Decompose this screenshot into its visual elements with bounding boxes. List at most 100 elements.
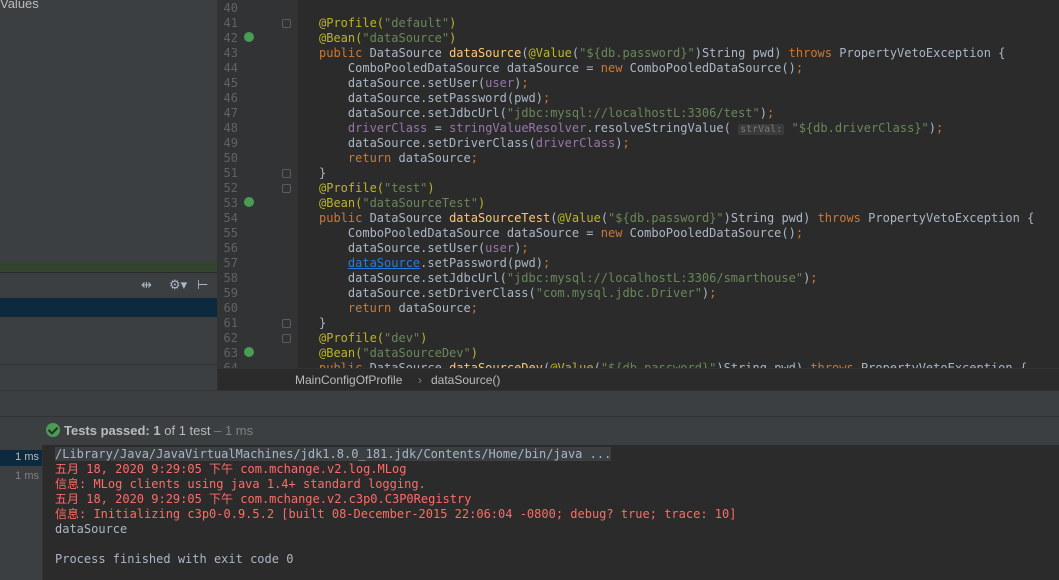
code-line[interactable]: 57 dataSource.setPassword(pwd); xyxy=(218,256,1059,271)
code-line[interactable]: 62 @Profile("dev") xyxy=(218,331,1059,346)
code-text[interactable]: public DataSource dataSourceDev(@Value("… xyxy=(319,361,1027,368)
code-line[interactable]: 54 public DataSource dataSourceTest(@Valu… xyxy=(218,211,1059,226)
code-line[interactable]: 48 driverClass = stringValueResolver.res… xyxy=(218,121,1059,136)
code-text[interactable]: } xyxy=(319,316,326,331)
code-text[interactable]: @Profile("default") xyxy=(319,16,456,31)
code-text[interactable]: ComboPooledDataSource dataSource = new C… xyxy=(319,226,803,241)
code-line[interactable]: 61} xyxy=(218,316,1059,331)
test-timing: 1 ms xyxy=(15,451,39,463)
code-text[interactable]: @Bean("dataSource") xyxy=(319,31,456,46)
code-text[interactable]: @Bean("dataSourceTest") xyxy=(319,196,485,211)
bean-icon[interactable] xyxy=(244,347,254,357)
tests-status-label: Tests passed: xyxy=(64,423,150,438)
code-text[interactable]: dataSource.setDriverClass("com.mysql.jdb… xyxy=(319,286,717,301)
code-line[interactable]: 50 return dataSource; xyxy=(218,151,1059,166)
line-number: 43 xyxy=(223,46,238,60)
console-log-line: 信息: Initializing c3p0-0.9.5.2 [built 08-… xyxy=(55,507,737,521)
fold-marker-icon[interactable] xyxy=(282,334,291,343)
line-number: 55 xyxy=(223,226,238,240)
line-number: 64 xyxy=(223,361,238,368)
selected-tree-row[interactable] xyxy=(0,298,217,317)
code-text[interactable]: dataSource.setJdbcUrl("jdbc:mysql://loca… xyxy=(319,271,818,286)
line-number: 52 xyxy=(223,181,238,195)
code-text[interactable]: @Profile("dev") xyxy=(319,331,427,346)
console-log-line: 五月 18, 2020 9:29:05 下午 com.mchange.v2.c3… xyxy=(55,492,472,506)
code-line[interactable]: 45 dataSource.setUser(user); xyxy=(218,76,1059,91)
fold-marker-icon[interactable] xyxy=(282,184,291,193)
code-text[interactable]: driverClass = stringValueResolver.resolv… xyxy=(319,121,943,137)
code-line[interactable]: 44 ComboPooledDataSource dataSource = ne… xyxy=(218,61,1059,76)
line-number: 45 xyxy=(223,76,238,90)
line-number: 58 xyxy=(223,271,238,285)
breadcrumb-method[interactable]: dataSource() xyxy=(431,373,500,387)
console-output-line: dataSource xyxy=(55,522,128,536)
code-line[interactable]: 60 return dataSource; xyxy=(218,301,1059,316)
code-text[interactable]: public DataSource dataSource(@Value("${d… xyxy=(319,46,1005,61)
code-line[interactable]: 42 @Bean("dataSource") xyxy=(218,31,1059,46)
code-line[interactable]: 56 dataSource.setUser(user); xyxy=(218,241,1059,256)
bean-icon[interactable] xyxy=(244,197,254,207)
code-line[interactable]: 43 public DataSource dataSource(@Value("$… xyxy=(218,46,1059,61)
command-text[interactable]: /Library/Java/JavaVirtualMachines/jdk1.8… xyxy=(55,447,612,461)
code-text[interactable]: public DataSource dataSourceTest(@Value(… xyxy=(319,211,1034,226)
line-number: 41 xyxy=(223,16,238,30)
highlighted-row[interactable] xyxy=(0,262,217,271)
code-line[interactable]: 40 xyxy=(218,1,1059,16)
code-line[interactable]: 58 dataSource.setJdbcUrl("jdbc:mysql://l… xyxy=(218,271,1059,286)
code-text[interactable]: dataSource.setUser(user); xyxy=(319,76,529,91)
code-line[interactable]: 59 dataSource.setDriverClass("com.mysql.… xyxy=(218,286,1059,301)
code-text[interactable]: dataSource.setDriverClass(driverClass); xyxy=(319,136,630,151)
fold-marker-icon[interactable] xyxy=(282,169,291,178)
code-line[interactable]: 47 dataSource.setJdbcUrl("jdbc:mysql://l… xyxy=(218,106,1059,121)
code-line[interactable]: 49 dataSource.setDriverClass(driverClass… xyxy=(218,136,1059,151)
code-editor[interactable]: 40 41 @Profile("default") 42 @Bean("dataSour… xyxy=(218,0,1059,368)
line-number: 53 xyxy=(223,196,238,210)
line-number: 57 xyxy=(223,256,238,270)
code-text[interactable]: return dataSource; xyxy=(319,301,478,316)
line-number: 50 xyxy=(223,151,238,165)
collapse-all-icon[interactable]: ⇹ xyxy=(141,277,152,293)
tests-status-bar: Tests passed: 1 of 1 test – 1 ms xyxy=(0,416,1059,446)
code-text[interactable]: ComboPooledDataSource dataSource = new C… xyxy=(319,61,803,76)
fold-marker-icon[interactable] xyxy=(282,319,291,328)
code-text[interactable]: dataSource.setPassword(pwd); xyxy=(319,256,550,271)
fold-marker-icon[interactable] xyxy=(282,19,291,28)
check-circle-icon xyxy=(46,423,60,437)
line-number: 51 xyxy=(223,166,238,180)
code-line[interactable]: 53 @Bean("dataSourceTest") xyxy=(218,196,1059,211)
line-number: 54 xyxy=(223,211,238,225)
panel-toolbar: ⇹ ⚙▾ ⊢ xyxy=(0,272,217,299)
divider xyxy=(0,364,217,365)
console-exit-line: Process finished with exit code 0 xyxy=(55,552,294,566)
code-text[interactable]: return dataSource; xyxy=(319,151,478,166)
line-number: 60 xyxy=(223,301,238,315)
breadcrumb: MainConfigOfProfile › dataSource() xyxy=(218,368,1059,391)
console-log-line: 五月 18, 2020 9:29:05 下午 com.mchange.v2.lo… xyxy=(55,462,407,476)
line-number: 48 xyxy=(223,121,238,135)
console-command-line[interactable]: /Library/Java/JavaVirtualMachines/jdk1.8… xyxy=(55,447,612,462)
console-output[interactable]: /Library/Java/JavaVirtualMachines/jdk1.8… xyxy=(43,445,1059,580)
code-line[interactable]: 52 @Profile("test") xyxy=(218,181,1059,196)
code-text[interactable]: @Bean("dataSourceDev") xyxy=(319,346,478,361)
breadcrumb-class[interactable]: MainConfigOfProfile xyxy=(295,373,402,387)
code-text[interactable]: dataSource.setPassword(pwd); xyxy=(319,91,550,106)
code-text[interactable]: @Profile("test") xyxy=(319,181,435,196)
line-number: 56 xyxy=(223,241,238,255)
test-tree: 1 ms 1 ms xyxy=(0,445,43,580)
hide-panel-icon[interactable]: ⊢ xyxy=(197,277,208,293)
code-line[interactable]: 55 ComboPooledDataSource dataSource = ne… xyxy=(218,226,1059,241)
test-tree-row[interactable]: 1 ms xyxy=(0,450,42,466)
code-text[interactable]: dataSource.setUser(user); xyxy=(319,241,529,256)
bean-icon[interactable] xyxy=(244,32,254,42)
line-number: 63 xyxy=(223,346,238,360)
gear-icon[interactable]: ⚙▾ xyxy=(169,277,187,293)
code-line[interactable]: 63 @Bean("dataSourceDev") xyxy=(218,346,1059,361)
code-text[interactable]: dataSource.setJdbcUrl("jdbc:mysql://loca… xyxy=(319,106,774,121)
code-line[interactable]: 64 public DataSource dataSourceDev(@Value… xyxy=(218,361,1059,368)
tests-duration: – 1 ms xyxy=(214,423,254,438)
code-text[interactable]: } xyxy=(319,166,326,181)
console-log-line: 信息: MLog clients using java 1.4+ standar… xyxy=(55,477,426,491)
code-line[interactable]: 51} xyxy=(218,166,1059,181)
code-line[interactable]: 41 @Profile("default") xyxy=(218,16,1059,31)
code-line[interactable]: 46 dataSource.setPassword(pwd); xyxy=(218,91,1059,106)
